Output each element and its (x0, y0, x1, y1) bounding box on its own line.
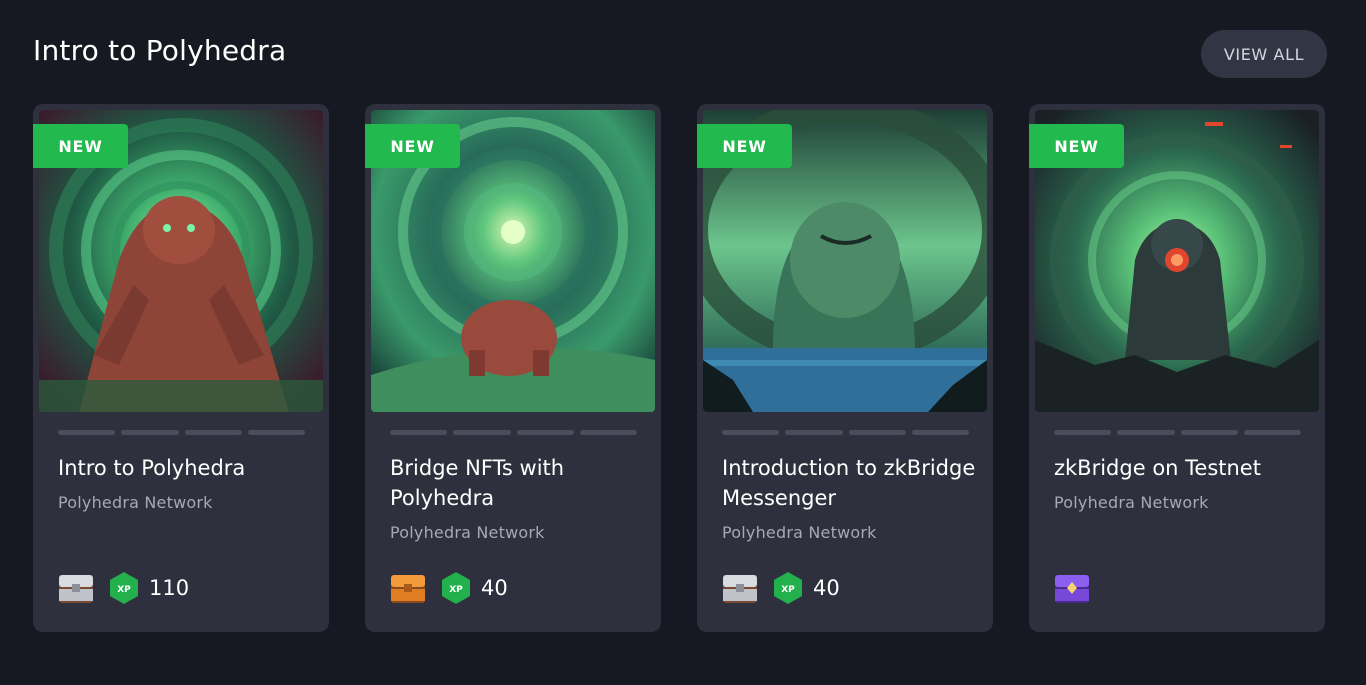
progress-segment (722, 430, 780, 435)
purple-chest-icon (1055, 575, 1089, 603)
new-badge: NEW (1029, 124, 1124, 168)
course-card-zkbridge-messenger[interactable]: NEW Introduction to zkBridge Messenger P… (697, 104, 993, 632)
progress-bar (390, 430, 637, 435)
course-provider: Polyhedra Network (390, 523, 545, 542)
course-provider: Polyhedra Network (58, 493, 213, 512)
xp-icon: XP (774, 572, 802, 604)
view-all-button[interactable]: VIEW ALL (1201, 30, 1327, 78)
xp-icon-label: XP (449, 585, 463, 595)
xp-icon-label: XP (781, 585, 795, 595)
course-section: Intro to Polyhedra VIEW ALL NEW Intro to… (0, 0, 1366, 685)
progress-segment (184, 430, 242, 435)
rewards-row: XP 40 (721, 570, 840, 606)
xp-amount: 40 (481, 576, 508, 600)
course-provider: Polyhedra Network (1054, 493, 1209, 512)
progress-bar (1054, 430, 1301, 435)
xp-icon: XP (110, 572, 138, 604)
progress-segment (911, 430, 969, 435)
orange-chest-icon (391, 575, 425, 603)
course-card-bridge-nfts[interactable]: NEW Bridge NFTs with Polyhedra Polyhedra… (365, 104, 661, 632)
progress-segment (58, 430, 116, 435)
rewards-row (1053, 570, 1091, 606)
course-title: Bridge NFTs with Polyhedra (390, 456, 565, 510)
progress-segment (1180, 430, 1238, 435)
progress-segment (785, 430, 843, 435)
progress-segment (516, 430, 574, 435)
progress-segment (848, 430, 906, 435)
new-badge: NEW (365, 124, 460, 168)
new-badge: NEW (33, 124, 128, 168)
course-card-intro-to-polyhedra[interactable]: NEW Intro to Polyhedra Polyhedra Network (33, 104, 329, 632)
progress-segment (1243, 430, 1301, 435)
xp-icon-label: XP (117, 585, 131, 595)
silver-chest-icon (59, 575, 93, 603)
section-title: Intro to Polyhedra (33, 34, 287, 67)
progress-segment (1054, 430, 1112, 435)
new-badge: NEW (697, 124, 792, 168)
progress-segment (247, 430, 305, 435)
rewards-row: XP 40 (389, 570, 508, 606)
progress-bar (722, 430, 969, 435)
rewards-row: XP 110 (57, 570, 189, 606)
progress-segment (579, 430, 637, 435)
progress-bar (58, 430, 305, 435)
progress-segment (121, 430, 179, 435)
xp-amount: 110 (149, 576, 190, 600)
progress-segment (390, 430, 448, 435)
course-title: Introduction to zkBridge Messenger (722, 456, 976, 510)
xp-amount: 40 (813, 576, 840, 600)
course-title: Intro to Polyhedra (58, 456, 246, 480)
progress-segment (1117, 430, 1175, 435)
xp-icon: XP (442, 572, 470, 604)
course-card-list: NEW Intro to Polyhedra Polyhedra Network (33, 104, 1333, 632)
course-card-zkbridge-testnet[interactable]: NEW zkBridge on Testnet Polyhedra Networ… (1029, 104, 1325, 632)
progress-segment (453, 430, 511, 435)
course-provider: Polyhedra Network (722, 523, 877, 542)
course-title: zkBridge on Testnet (1054, 456, 1261, 480)
silver-chest-icon (723, 575, 757, 603)
